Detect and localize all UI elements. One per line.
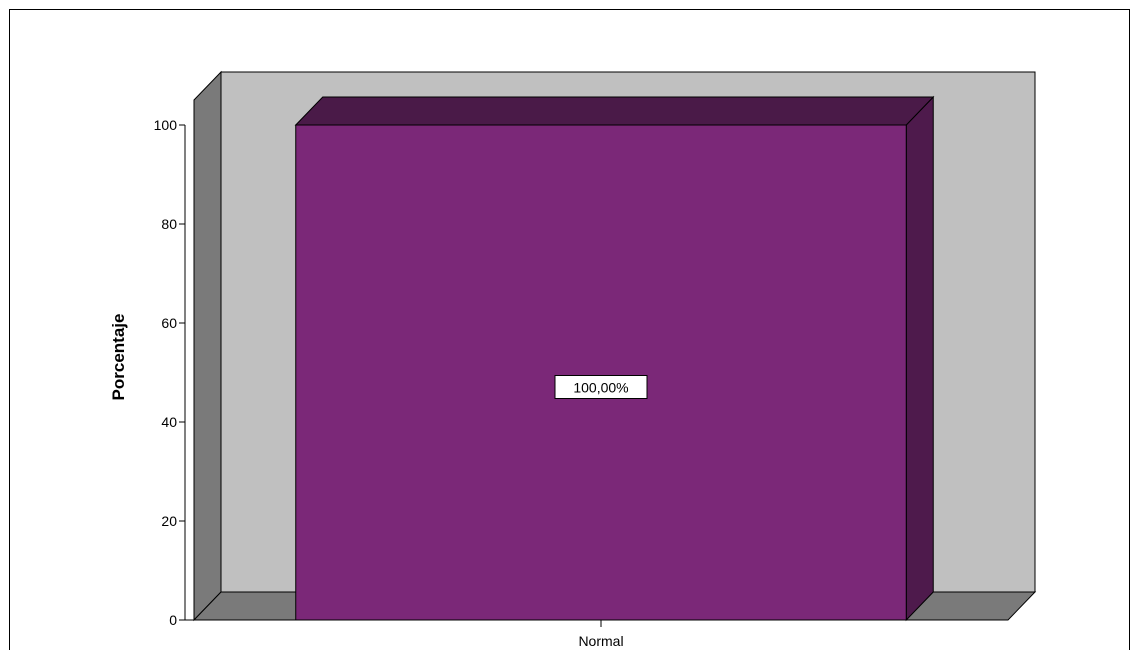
bars: 100,00%: [294, 95, 935, 622]
bar-side: [905, 95, 934, 622]
left-side-wall: [193, 70, 222, 622]
y-ticks: 0 20 40 60 80 100: [154, 117, 185, 628]
y-tick-label: 60: [161, 315, 177, 331]
data-label-text: 100,00%: [573, 380, 628, 396]
data-label: 100,00%: [554, 375, 648, 399]
y-tick-label: 0: [169, 612, 177, 628]
y-tick-label: 40: [161, 414, 177, 430]
bar-chart: 0 20 40 60 80 100 100,00% Normal Porcentaje: [109, 70, 1037, 649]
y-tick-label: 20: [161, 513, 177, 529]
bar-front: [295, 124, 907, 621]
x-ticks: Normal: [578, 620, 624, 649]
bar-top: [294, 96, 935, 126]
y-tick-label: 80: [161, 216, 177, 232]
y-axis-title: Porcentaje: [109, 314, 128, 401]
bar-normal: 100,00%: [294, 95, 935, 622]
y-tick-label: 100: [154, 117, 178, 133]
x-tick-label: Normal: [578, 633, 623, 649]
